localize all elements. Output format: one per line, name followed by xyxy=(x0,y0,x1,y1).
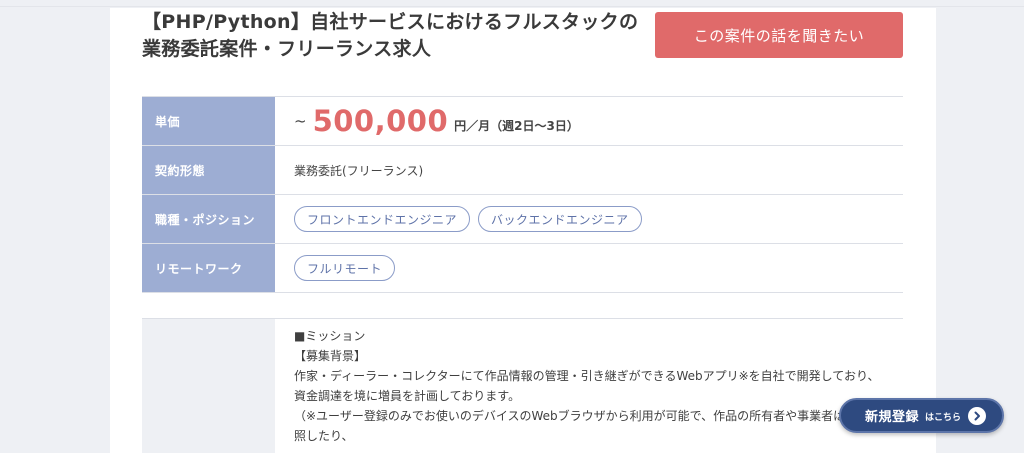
description-body: ■ミッション 【募集背景】 作家・ディーラー・コレクターにて作品情報の管理・引き… xyxy=(294,326,894,446)
contract-value: 業務委託(フリーランス) xyxy=(294,163,424,178)
inquire-button[interactable]: この案件の話を聞きたい xyxy=(655,12,903,58)
remote-row: リモートワーク フルリモート xyxy=(142,244,903,293)
job-title: 【PHP/Python】自社サービスにおけるフルスタックの業務委託案件・フリーラ… xyxy=(142,11,639,60)
description-line: 【募集背景】 xyxy=(294,349,367,363)
remote-tags: フルリモート xyxy=(275,244,903,292)
price-label: 単価 xyxy=(142,97,275,145)
register-sub-label: はこちら xyxy=(925,413,962,423)
tag-backend-engineer[interactable]: バックエンドエンジニア xyxy=(478,206,642,232)
price-cell: ~ 500,000 円／月（週2日〜3日） xyxy=(275,97,903,145)
price-tilde: ~ xyxy=(294,112,307,130)
register-label: 新規登録 xyxy=(865,410,920,425)
contract-row: 契約形態 業務委託(フリーランス) xyxy=(142,146,903,195)
top-bar xyxy=(0,0,1024,7)
position-tags: フロントエンドエンジニア バックエンドエンジニア xyxy=(275,195,903,243)
position-row: 職種・ポジション フロントエンドエンジニア バックエンドエンジニア xyxy=(142,195,903,244)
description-line: 資金調達を境に増員を計画しております。 xyxy=(294,389,521,403)
description-line: 作家・ディーラー・コレクターにて作品情報の管理・引き継ぎができるWebアプリ※を… xyxy=(294,369,880,383)
job-detail-card: 【PHP/Python】自社サービスにおけるフルスタックの業務委託案件・フリーラ… xyxy=(110,8,936,453)
tag-full-remote[interactable]: フルリモート xyxy=(294,255,396,281)
description-line: 照したり、 xyxy=(294,429,354,443)
description-label-cell xyxy=(142,319,275,453)
price-row: 単価 ~ 500,000 円／月（週2日〜3日） xyxy=(142,97,903,146)
position-label: 職種・ポジション xyxy=(142,195,275,243)
price-value: 500,000 xyxy=(312,104,449,138)
price-unit: 円／月（週2日〜3日） xyxy=(454,118,579,133)
remote-label: リモートワーク xyxy=(142,244,275,292)
contract-label: 契約形態 xyxy=(142,146,275,194)
chevron-right-icon xyxy=(968,407,986,425)
tag-frontend-engineer[interactable]: フロントエンドエンジニア xyxy=(294,206,471,232)
description-section: ■ミッション 【募集背景】 作家・ディーラー・コレクターにて作品情報の管理・引き… xyxy=(142,318,903,453)
register-floating-button[interactable]: 新規登録 はこちら xyxy=(839,398,1004,433)
description-line: （※ユーザー登録のみでお使いのデバイスのWebブラウザから利用が可能で、作品の所… xyxy=(294,409,858,423)
job-detail-table: 単価 ~ 500,000 円／月（週2日〜3日） 契約形態 業務委託(フリーラン… xyxy=(142,96,903,293)
description-line: ■ミッション xyxy=(294,329,366,343)
